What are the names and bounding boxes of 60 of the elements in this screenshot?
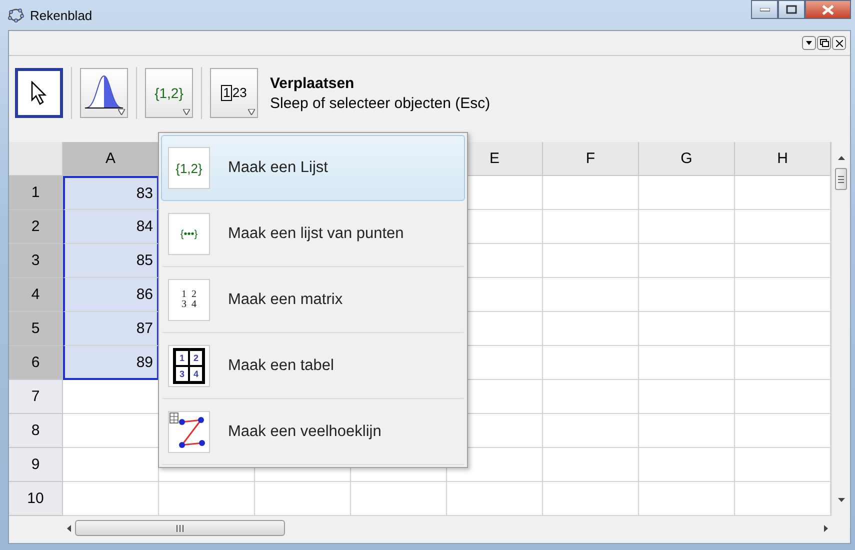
column-header[interactable]: A xyxy=(63,142,159,176)
scroll-down-icon[interactable] xyxy=(838,498,844,502)
caret-icon xyxy=(183,109,190,115)
scroll-left-icon[interactable] xyxy=(67,524,71,532)
point-list-icon: {•••} xyxy=(168,213,210,255)
dropdown-button[interactable] xyxy=(802,36,816,50)
menu-item[interactable]: 1 2 3 4 Maak een matrix xyxy=(161,267,465,333)
menu-item[interactable]: {1,2} Maak een Lijst xyxy=(161,135,465,201)
matrix-icon: 1 2 3 4 xyxy=(168,279,210,321)
row-header[interactable]: 4 xyxy=(9,278,63,312)
polyline-icon xyxy=(168,411,210,453)
caret-icon xyxy=(248,109,255,115)
tool-button[interactable] xyxy=(80,68,128,118)
minimize-button[interactable] xyxy=(751,0,778,19)
caret-icon xyxy=(118,109,125,115)
window-title: Rekenblad xyxy=(30,8,92,22)
list-icon: {1,2} xyxy=(168,147,210,189)
row-header[interactable]: 10 xyxy=(9,482,63,516)
scroll-right-icon[interactable] xyxy=(824,524,828,532)
table-cell: 85 xyxy=(63,244,159,278)
close-icon xyxy=(836,40,842,46)
table-cell: 89 xyxy=(63,346,159,380)
close-icon xyxy=(822,4,834,14)
scrollbar-thumb[interactable] xyxy=(75,520,285,536)
tool-button[interactable]: {1,2} xyxy=(145,68,193,118)
table-cell: 84 xyxy=(63,210,159,244)
menu-item[interactable]: 1 2 3 4 Maak een tabel xyxy=(161,333,465,399)
menu-item[interactable]: Maak een veelhoeklijn xyxy=(161,399,465,465)
app-icon xyxy=(8,7,24,23)
maximize-button[interactable] xyxy=(778,0,805,19)
grip-icon xyxy=(176,524,184,532)
tool-button[interactable] xyxy=(15,68,63,118)
windows-icon xyxy=(820,39,828,47)
caret-icon xyxy=(806,41,812,45)
table-cell: 87 xyxy=(63,312,159,346)
row-header[interactable]: 8 xyxy=(9,414,63,448)
tool-button[interactable]: 123 xyxy=(210,68,258,118)
column-header[interactable]: G xyxy=(639,142,735,176)
scrollbar-thumb[interactable] xyxy=(835,168,847,190)
row-header[interactable]: 1 xyxy=(9,176,63,210)
tool-name: Verplaatsen xyxy=(270,74,356,92)
column-header[interactable]: F xyxy=(543,142,639,176)
menu-item[interactable]: {•••} Maak een lijst van punten xyxy=(161,201,465,267)
table-cell: 86 xyxy=(63,278,159,312)
row-header[interactable]: 3 xyxy=(9,244,63,278)
cursor-icon xyxy=(31,81,47,105)
close-button[interactable] xyxy=(832,36,846,50)
row-header[interactable]: 6 xyxy=(9,346,63,380)
undock-button[interactable] xyxy=(817,36,831,50)
tool-help: Sleep of selecteer objecten (Esc) xyxy=(270,94,490,112)
row-header[interactable]: 9 xyxy=(9,448,63,482)
column-header[interactable]: H xyxy=(735,142,831,176)
minimize-icon xyxy=(760,8,770,12)
table-icon: 1 2 3 4 xyxy=(168,345,210,387)
table-cell: 83 xyxy=(63,176,159,210)
row-header[interactable]: 5 xyxy=(9,312,63,346)
scroll-up-icon[interactable] xyxy=(838,156,844,160)
maximize-icon xyxy=(786,5,797,14)
row-header[interactable]: 2 xyxy=(9,210,63,244)
row-header[interactable]: 7 xyxy=(9,380,63,414)
